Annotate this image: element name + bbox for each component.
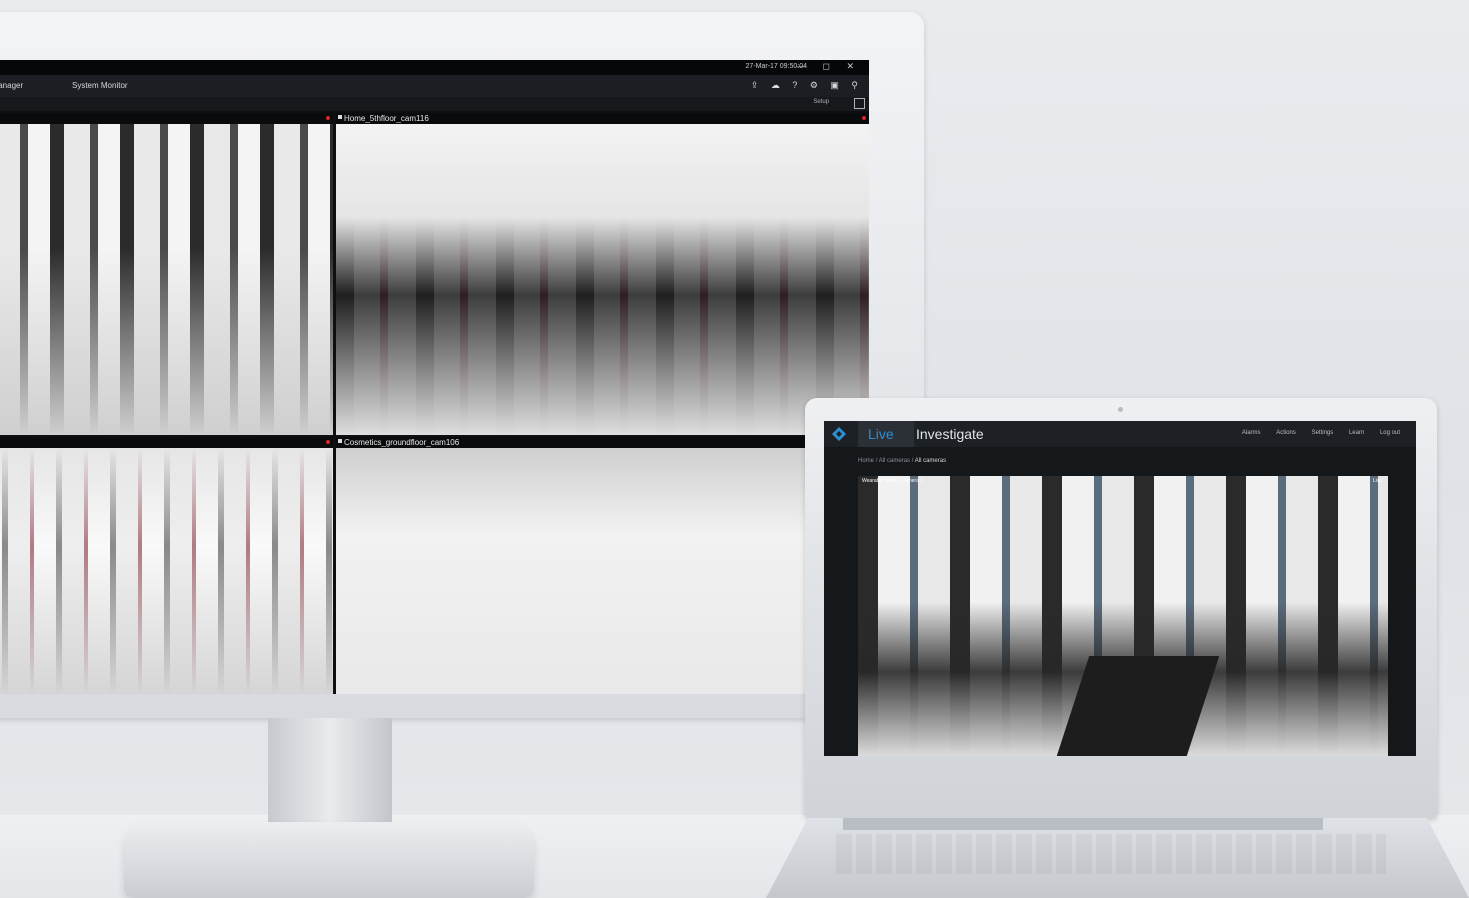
title-bar: 27-Mar-17 09:50:04 — ◻ ✕	[0, 60, 869, 75]
camera-tile-2[interactable]: Home_5thfloor_cam116	[336, 113, 869, 435]
nav-log-out[interactable]: Log out	[1380, 430, 1400, 436]
webcam-icon	[1118, 407, 1123, 412]
camera-tile-header: Cosmetics_groundfloor_cam106	[336, 437, 869, 448]
camera-name: Home_5thfloor_cam116	[344, 114, 429, 123]
tab-investigate[interactable]: Investigate	[916, 421, 984, 447]
camera-feed	[0, 448, 333, 694]
camera-tile-4[interactable]: Cosmetics_groundfloor_cam106	[336, 437, 869, 694]
camera-tile-header	[0, 437, 333, 448]
web-nav-links: Alarms Actions Settings Learn Log out	[1228, 430, 1400, 436]
nav-settings[interactable]: Settings	[1312, 430, 1334, 436]
laptop-hinge	[843, 818, 1323, 830]
breadcrumb-all-cameras[interactable]: All cameras	[879, 458, 910, 464]
feed-camera-title: Wearable Store - Camera 1	[862, 478, 924, 484]
camera-tile-header: Home_5thfloor_cam116	[336, 113, 869, 124]
toolbar-icons[interactable]: ⇪ ☁ ? ⚙ ▣ ⚲	[751, 80, 863, 91]
camera-name: Cosmetics_groundfloor_cam106	[344, 438, 460, 447]
desktop-monitor: 27-Mar-17 09:50:04 — ◻ ✕ rm Manager Syst…	[0, 12, 924, 718]
recording-indicator	[326, 440, 330, 444]
camera-feed	[0, 124, 333, 435]
camera-feed	[336, 448, 869, 694]
flag-icon	[338, 115, 342, 119]
view-toolbar: Setup	[0, 97, 869, 111]
nav-learn[interactable]: Learn	[1349, 430, 1364, 436]
tab-live[interactable]: Live	[858, 421, 914, 447]
milestone-logo-icon[interactable]	[832, 427, 846, 441]
recording-indicator	[862, 116, 866, 120]
breadcrumb-current: All cameras	[914, 458, 947, 464]
laptop-lid: Live Investigate Alarms Actions Settings…	[805, 398, 1437, 818]
store-counter	[1056, 656, 1220, 756]
tab-system-monitor[interactable]: System Monitor	[72, 81, 128, 90]
nav-actions[interactable]: Actions	[1276, 430, 1296, 436]
camera-tile-1[interactable]	[0, 113, 333, 435]
feed-live-status: Live	[1372, 478, 1382, 484]
monitor-stand-neck	[268, 718, 392, 822]
web-client-screen: Live Investigate Alarms Actions Settings…	[824, 421, 1416, 756]
breadcrumb: Home / All cameras / All cameras	[858, 458, 947, 464]
monitor-stand-base	[124, 822, 534, 898]
window-controls[interactable]: — ◻ ✕	[797, 61, 861, 72]
flag-icon	[338, 439, 342, 443]
web-nav-bar: Live Investigate Alarms Actions Settings…	[824, 421, 1416, 447]
live-camera-feed[interactable]: Wearable Store - Camera 1 Live	[858, 476, 1388, 756]
maximize-icon[interactable]	[854, 98, 865, 109]
vms-screen: 27-Mar-17 09:50:04 — ◻ ✕ rm Manager Syst…	[0, 60, 869, 694]
nav-alarms[interactable]: Alarms	[1242, 430, 1261, 436]
menu-bar: rm Manager System Monitor ⇪ ☁ ? ⚙ ▣ ⚲	[0, 75, 869, 98]
keyboard	[836, 834, 1386, 874]
setup-button[interactable]: Setup	[813, 99, 829, 105]
camera-tile-header	[0, 113, 333, 124]
camera-feed	[336, 124, 869, 435]
laptop-keyboard-deck	[766, 818, 1469, 898]
camera-tile-3[interactable]	[0, 437, 333, 694]
breadcrumb-home[interactable]: Home	[858, 458, 874, 464]
tab-alarm-manager[interactable]: rm Manager	[0, 81, 23, 90]
recording-indicator	[326, 116, 330, 120]
